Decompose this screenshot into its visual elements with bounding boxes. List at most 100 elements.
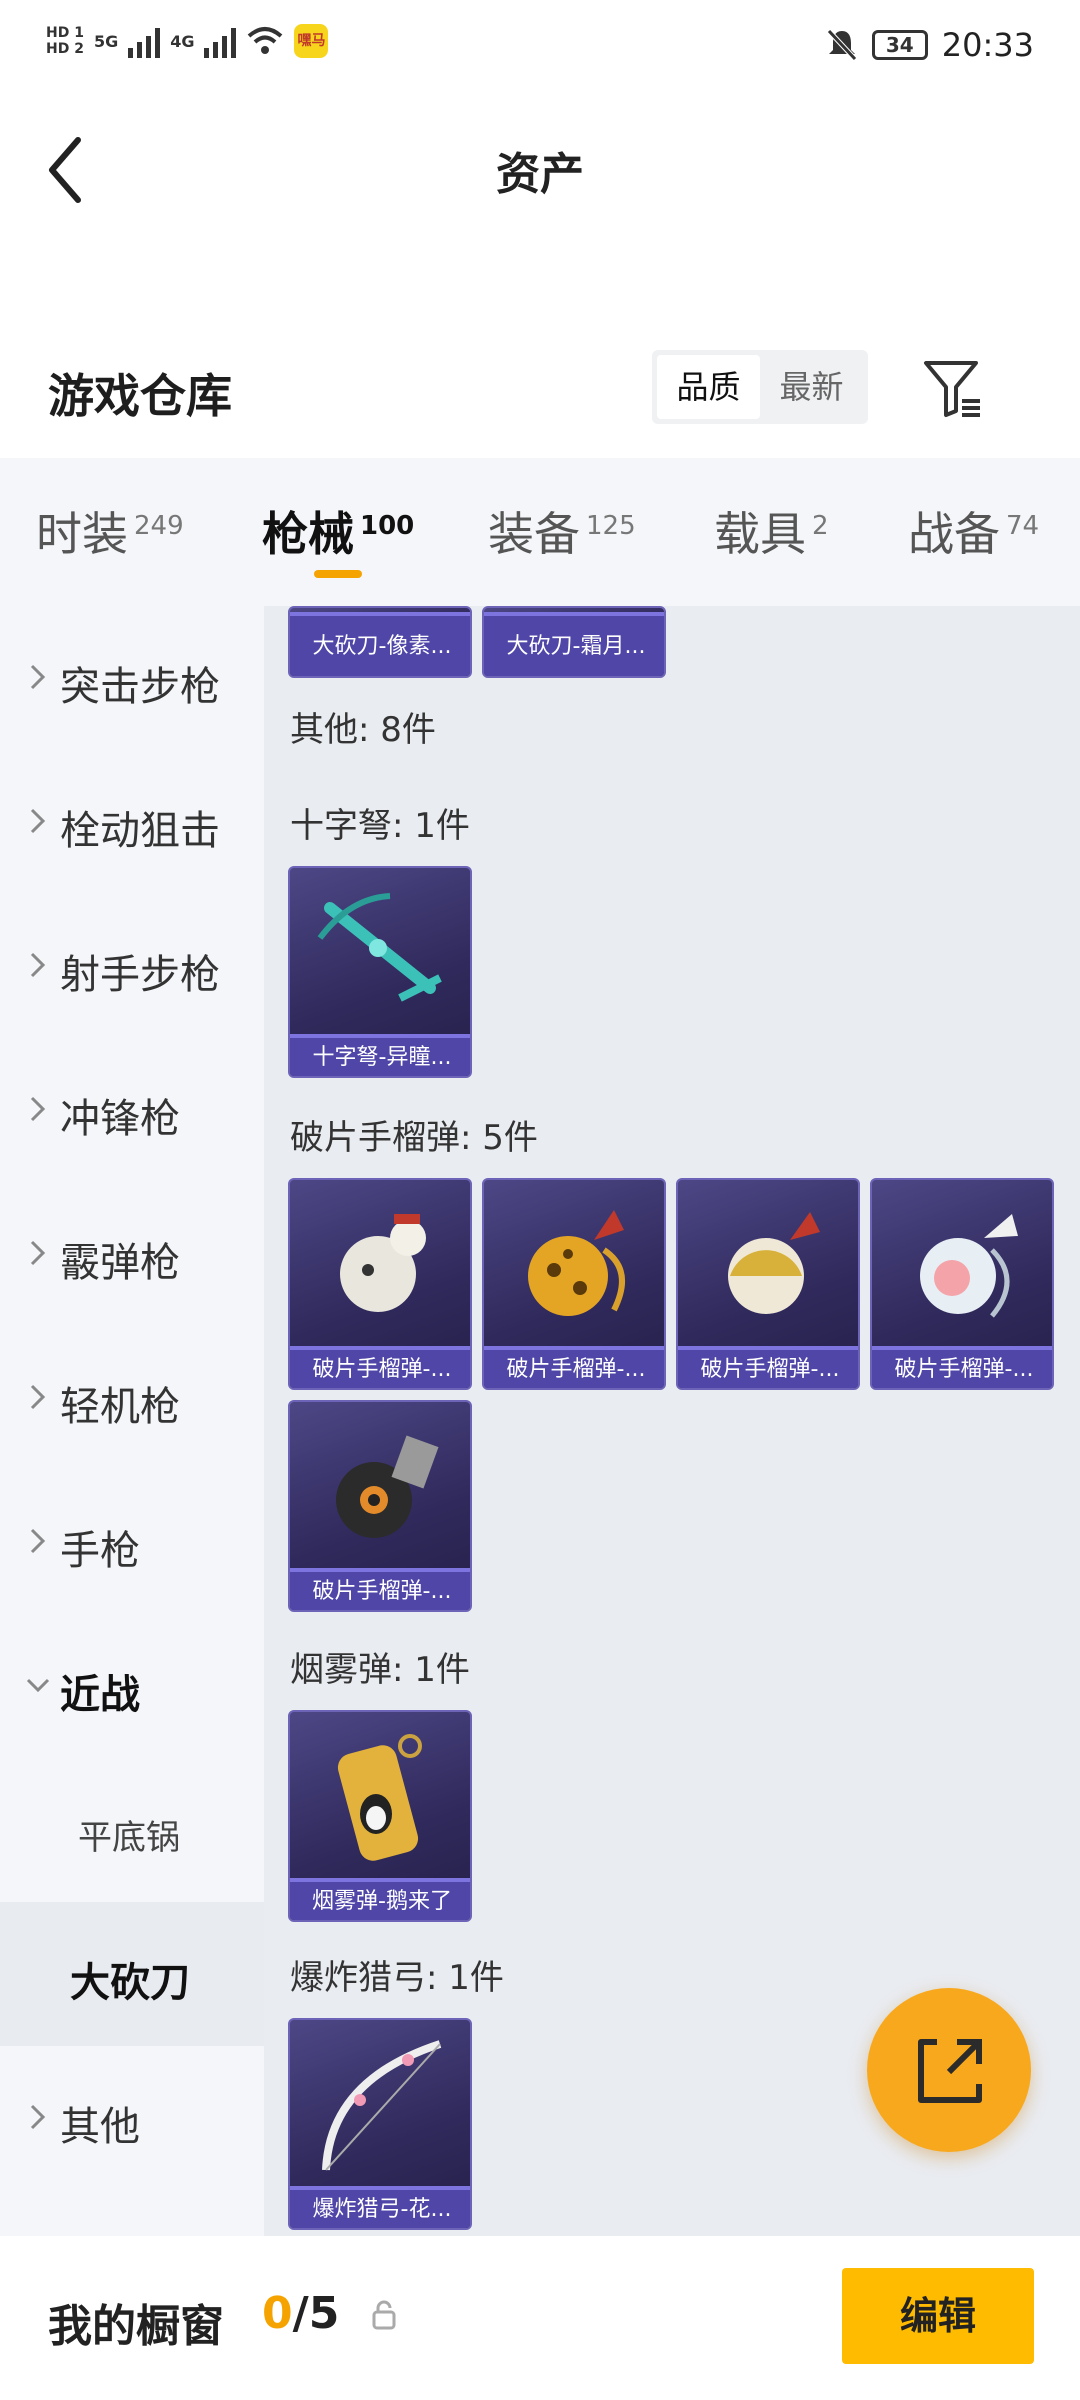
sidebar-item-label: 手枪: [60, 1528, 140, 1574]
bow-icon: [322, 2040, 442, 2171]
group-title-frag-grenade: 破片手榴弹: 5件: [290, 1118, 538, 1158]
tab-count: 100: [360, 510, 415, 541]
signal-bars-icon: [128, 24, 161, 58]
share-button[interactable]: [867, 1988, 1031, 2152]
grenade-dark-icon: [336, 1435, 439, 1538]
tab-count: 125: [586, 510, 636, 541]
chevron-right-icon: [30, 808, 46, 834]
sort-quality-button[interactable]: 品质: [657, 355, 760, 419]
sidebar-item-label: 其他: [60, 2104, 140, 2150]
clock: 20:33: [941, 26, 1034, 64]
chevron-down-icon: [26, 1678, 50, 1693]
bottom-bar: 我的橱窗 0/5 编辑: [0, 2236, 1080, 2400]
sidebar-item-lmg[interactable]: 轻机枪: [0, 1326, 264, 1470]
sidebar-item-melee[interactable]: 近战: [0, 1614, 264, 1758]
sidebar-item-label: 霰弹枪: [60, 1240, 180, 1286]
sidebar: 突击步枪 栓动狙击 射手步枪 冲锋枪 霰弹枪 轻机枪 手枪 近战 平底锅 大砍刀…: [0, 606, 264, 2236]
sidebar-item-marksman[interactable]: 射手步枪: [0, 894, 264, 1038]
signal-4g-label: 4G: [170, 31, 195, 51]
page-title: 资产: [496, 149, 584, 200]
grenade-gold-icon: [728, 1212, 820, 1314]
sidebar-item-pistol[interactable]: 手枪: [0, 1470, 264, 1614]
item-card[interactable]: 大砍刀-像素...: [288, 606, 472, 678]
sidebar-item-other[interactable]: 其他: [0, 2046, 264, 2190]
tab-label: 载具: [714, 507, 806, 561]
lock-icon: [372, 2300, 396, 2330]
battery-indicator: 34: [871, 30, 928, 60]
item-card[interactable]: 破片手榴弹-...: [676, 1178, 860, 1390]
tab-fashion[interactable]: 时装 249: [36, 498, 184, 564]
sidebar-item-smg[interactable]: 冲锋枪: [0, 1038, 264, 1182]
tab-count: 74: [1006, 510, 1040, 541]
item-caption: 烟雾弹-鹅来了: [290, 1878, 470, 1920]
hd2-label: HD 2: [46, 41, 84, 57]
signal-bars-2-icon: [204, 24, 237, 58]
item-caption: 十字弩-异瞳...: [290, 1034, 470, 1076]
item-caption: 大砍刀-像素...: [290, 612, 470, 676]
item-card[interactable]: 破片手榴弹-...: [482, 1178, 666, 1390]
item-card[interactable]: 破片手榴弹-...: [288, 1178, 472, 1390]
sort-newest-button[interactable]: 最新: [760, 355, 863, 419]
chevron-right-icon: [30, 1096, 46, 1122]
wifi-icon: [248, 27, 283, 54]
item-card[interactable]: 十字弩-异瞳...: [288, 866, 472, 1078]
showcase-total: /5: [292, 2288, 340, 2339]
chevron-right-icon: [30, 1528, 46, 1554]
tab-label: 战备: [908, 507, 1000, 561]
sidebar-item-bolt-sniper[interactable]: 栓动狙击: [0, 750, 264, 894]
sidebar-item-label: 近战: [60, 1672, 140, 1718]
chevron-right-icon: [30, 1240, 46, 1266]
showcase-label: 我的橱窗: [48, 2301, 224, 2352]
sidebar-item-label: 射手步枪: [60, 952, 220, 998]
item-card[interactable]: 破片手榴弹-...: [288, 1400, 472, 1612]
sidebar-item-label: 大砍刀: [70, 1960, 190, 2006]
crossbow-icon: [317, 893, 442, 1002]
bell-muted-icon: [826, 29, 857, 61]
group-title-smoke-grenade: 烟雾弹: 1件: [290, 1650, 470, 1690]
group-title-crossbow: 十字弩: 1件: [290, 806, 470, 846]
chevron-right-icon: [30, 1384, 46, 1410]
item-card[interactable]: 大砍刀-霜月...: [482, 606, 666, 678]
sidebar-item-label: 轻机枪: [60, 1384, 180, 1430]
tab-label: 枪械: [262, 507, 354, 561]
signal-5g-label: 5G: [93, 31, 119, 51]
edit-button[interactable]: 编辑: [842, 2268, 1034, 2364]
app-notification-icon: 嘿马: [294, 24, 329, 58]
tab-supplies[interactable]: 战备 74: [908, 498, 1039, 564]
grenade-snowman-icon: [340, 1214, 426, 1312]
sidebar-item-label: 栓动狙击: [60, 808, 220, 854]
showcase-current: 0: [262, 2288, 293, 2339]
tab-guns[interactable]: 枪械 100: [262, 498, 414, 564]
sidebar-item-shotgun[interactable]: 霰弹枪: [0, 1182, 264, 1326]
showcase-count: 0/5: [262, 2288, 339, 2339]
status-bar: HD 1 HD 2 5G 4G 嘿马 34 20:33: [0, 0, 1080, 96]
item-card[interactable]: 爆炸猎弓-花...: [288, 2018, 472, 2230]
warehouse-title: 游戏仓库: [48, 369, 232, 423]
item-card[interactable]: 破片手榴弹-...: [870, 1178, 1054, 1390]
sidebar-item-frying-pan[interactable]: 平底锅: [0, 1758, 264, 1902]
item-caption: 破片手榴弹-...: [484, 1346, 664, 1388]
tab-count: 2: [812, 510, 829, 541]
item-caption: 大砍刀-霜月...: [484, 612, 664, 676]
item-card[interactable]: 烟雾弹-鹅来了: [288, 1710, 472, 1922]
item-caption: 爆炸猎弓-花...: [290, 2186, 470, 2228]
hd1-label: HD 1: [46, 25, 84, 41]
chevron-right-icon: [30, 2104, 46, 2130]
grenade-pink-icon: [920, 1214, 1018, 1318]
grenade-leopard-icon: [528, 1210, 625, 1316]
item-caption: 破片手榴弹-...: [678, 1346, 858, 1388]
sidebar-item-label: 冲锋枪: [60, 1096, 180, 1142]
category-tabs: 时装 249 枪械 100 装备 125 载具 2 战备 74: [0, 458, 1080, 606]
item-caption: 破片手榴弹-...: [290, 1346, 470, 1388]
chevron-right-icon: [30, 952, 46, 978]
filter-icon[interactable]: [920, 355, 986, 421]
sidebar-item-machete[interactable]: 大砍刀: [0, 1902, 264, 2046]
hd-indicator: HD 1 HD 2: [46, 25, 84, 57]
tab-label: 时装: [36, 507, 128, 561]
sort-toggle: 品质 最新: [652, 350, 868, 424]
chevron-right-icon: [30, 664, 46, 690]
tab-vehicles[interactable]: 载具 2: [714, 498, 829, 564]
tab-label: 装备: [488, 507, 580, 561]
sidebar-item-assault-rifle[interactable]: 突击步枪: [0, 606, 264, 750]
tab-equipment[interactable]: 装备 125: [488, 498, 636, 564]
